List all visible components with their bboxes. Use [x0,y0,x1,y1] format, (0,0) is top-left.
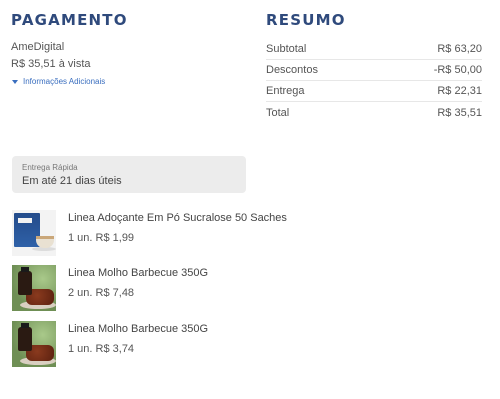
summary-row-discount: Descontos -R$ 50,00 [266,60,482,81]
summary-value: R$ 35,51 [437,106,482,119]
chevron-down-icon [12,79,18,84]
item-quantity-price: 1 un. R$ 3,74 [68,343,135,355]
payment-title: PAGAMENTO [11,11,128,29]
order-item: Linea Molho Barbecue 350G 1 un. R$ 3,74 [12,321,208,367]
bbq-sauce-image [12,321,56,367]
summary-label: Entrega [266,85,305,97]
payment-price: R$ 35,51 à vista [11,58,91,70]
item-name: Linea Adoçante Em Pó Sucralose 50 Saches [68,212,287,224]
summary-row-total: Total R$ 35,51 [266,102,482,123]
delivery-option-card[interactable]: Entrega Rápida Em até 21 dias úteis [12,156,246,193]
more-info-toggle[interactable]: Informações Adicionais [12,77,105,86]
more-info-label: Informações Adicionais [23,77,106,86]
summary-label: Subtotal [266,43,307,55]
payment-method: AmeDigital [11,41,65,53]
summary-row-subtotal: Subtotal R$ 63,20 [266,39,482,60]
summary-row-delivery: Entrega R$ 22,31 [266,81,482,102]
summary-value: -R$ 50,00 [433,64,482,76]
order-item: Linea Adoçante Em Pó Sucralose 50 Saches… [12,210,287,256]
item-quantity-price: 2 un. R$ 7,48 [68,287,135,299]
delivery-label: Entrega Rápida [22,163,78,172]
summary-title: RESUMO [266,11,346,29]
sweetener-box-image [12,210,56,256]
item-name: Linea Molho Barbecue 350G [68,323,209,335]
summary-label: Descontos [266,64,318,76]
summary-value: R$ 63,20 [437,43,482,55]
summary-value: R$ 22,31 [437,85,482,97]
item-quantity-price: 1 un. R$ 1,99 [68,232,135,244]
bbq-sauce-image [12,265,56,311]
delivery-time: Em até 21 dias úteis [22,175,122,187]
order-item: Linea Molho Barbecue 350G 2 un. R$ 7,48 [12,265,208,311]
item-name: Linea Molho Barbecue 350G [68,267,209,279]
summary-label: Total [266,106,290,119]
